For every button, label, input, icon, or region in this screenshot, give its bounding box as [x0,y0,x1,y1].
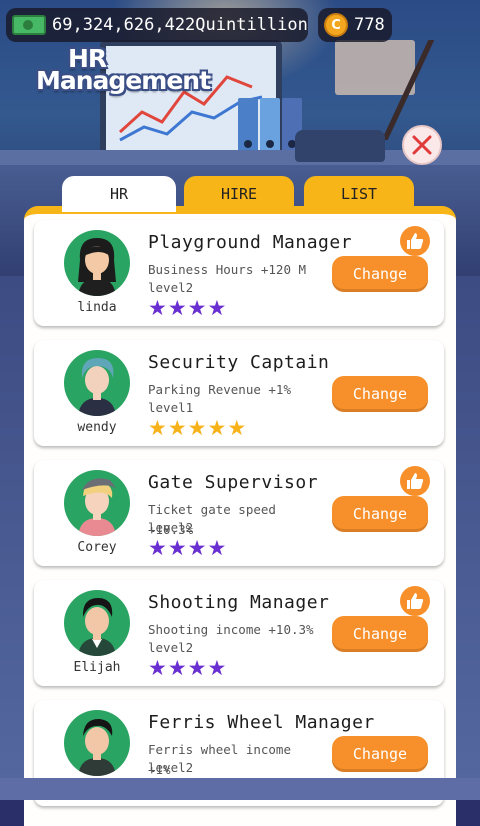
staff-name: Elijah [73,660,121,675]
star-icon: ★ [167,416,187,440]
money-value: 69,324,626,422Quintillion [52,15,308,35]
wall-calendar [335,40,415,95]
role-level: level2 [148,760,194,775]
star-icon: ★ [148,416,167,440]
star-icon: ★ [167,296,187,320]
tab-hr[interactable]: HR [62,176,176,212]
star-rating: ★ ★ ★ ★ [148,656,227,680]
role-bonus: Business Hours +120 M [148,262,307,277]
role-bonus: Parking Revenue +1% [148,382,291,397]
avatar [64,350,130,416]
coin-counter: C 778 [318,8,392,42]
binder [260,98,280,156]
role-level: level1 [148,400,194,415]
star-icon: ★ [148,656,167,680]
desk-phone [295,130,385,162]
coin-value: 778 [354,15,385,35]
cash-icon [12,15,46,35]
role-title: Security Captain [148,352,330,373]
star-icon: ★ [167,536,187,560]
star-icon: ★ [187,656,207,680]
star-icon: ★ [227,416,247,440]
avatar [64,590,130,656]
page-title-line2: Management [36,66,211,95]
staff-card-playground-manager: linda Playground Manager Business Hours … [34,220,444,326]
star-icon: ★ [207,656,227,680]
star-icon: ★ [167,656,187,680]
role-level: level2 [148,520,194,535]
staff-name: linda [77,300,117,315]
tab-list[interactable]: LIST [304,176,414,212]
change-button[interactable]: Change [332,376,428,412]
staff-name: Corey [77,540,117,555]
binder [238,98,258,156]
star-icon: ★ [148,296,167,320]
change-button[interactable]: Change [332,256,428,292]
thumbs-up-icon[interactable] [400,226,430,256]
staff-name: wendy [77,420,117,435]
page-title: HR Management [36,46,211,95]
star-icon: ★ [207,536,227,560]
role-level: level2 [148,640,194,655]
role-title: Shooting Manager [148,592,330,613]
avatar [64,710,130,776]
star-rating: ★ ★ ★ ★ ★ [148,416,247,440]
role-title: Ferris Wheel Manager [148,712,375,733]
star-icon: ★ [187,536,207,560]
staff-card-gate-supervisor: Corey Gate Supervisor Ticket gate speed … [34,460,444,566]
money-counter: 69,324,626,422Quintillion [6,8,308,42]
thumbs-up-icon[interactable] [400,586,430,616]
star-rating: ★ ★ ★ ★ [148,296,227,320]
thumbs-up-icon[interactable] [400,466,430,496]
change-button[interactable]: Change [332,736,428,772]
change-button[interactable]: Change [332,496,428,532]
avatar [64,230,130,296]
role-bonus: Shooting income +10.3% [148,622,314,637]
role-title: Gate Supervisor [148,472,319,493]
star-icon: ★ [148,536,167,560]
coin-icon: C [324,13,348,37]
star-icon: ★ [207,416,227,440]
role-title: Playground Manager [148,232,353,253]
role-level: level2 [148,280,194,295]
tab-hire[interactable]: HIRE [184,176,294,212]
star-icon: ★ [187,296,207,320]
star-rating: ★ ★ ★ ★ [148,536,227,560]
star-icon: ★ [187,416,207,440]
close-icon [412,135,432,155]
avatar [64,470,130,536]
staff-card-security-captain: wendy Security Captain Parking Revenue +… [34,340,444,446]
close-button[interactable] [402,125,442,165]
star-icon: ★ [207,296,227,320]
change-button[interactable]: Change [332,616,428,652]
staff-card-shooting-manager: Elijah Shooting Manager Shooting income … [34,580,444,686]
bottom-fade [0,778,480,800]
